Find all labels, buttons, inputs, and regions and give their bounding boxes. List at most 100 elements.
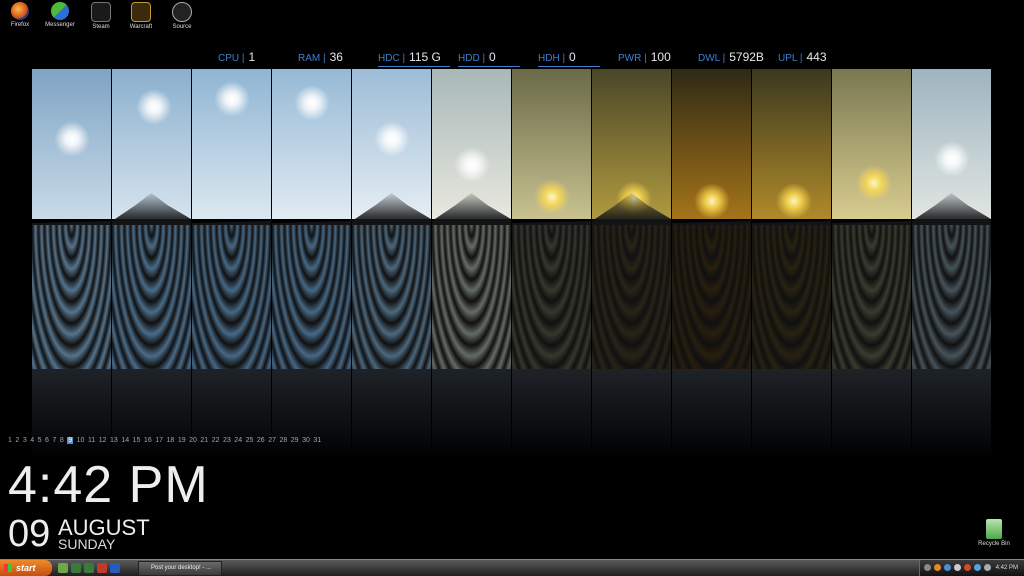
stat-value: 0 [489,50,496,64]
desktop-icon-warcraft[interactable]: Warcraft [123,2,159,30]
wallpaper-panel [752,69,831,459]
wallpaper-panel [832,69,911,459]
desktop-icon-source[interactable]: Source [164,2,200,30]
tray-icon[interactable] [984,564,991,571]
calendar-day: 8 [59,437,64,444]
stat-value: 0 [569,50,576,64]
quick-launch-icon[interactable] [71,563,81,573]
calendar-day: 6 [45,437,49,444]
wallpaper-panel [672,69,751,459]
calendar-day: 27 [268,437,276,444]
quick-launch-icon[interactable] [97,563,107,573]
wallpaper-panel [32,69,111,459]
system-stats-bar: CPU | 1 RAM | 36 HDC | 115 G HDD | 0 HDH | 0 … [0,48,1024,68]
calendar-day: 21 [200,437,209,444]
calendar-day: 3 [22,437,27,444]
stat-key: UPL | [778,53,803,64]
tray-icon[interactable] [964,564,971,571]
tray-icon[interactable] [924,564,931,571]
calendar-day: 26 [256,437,265,444]
calendar-day-strip: 1 2 3 4 5 6 7 8 9 10 11 12 13 14 15 16 17 18 19 20 21 22 23 24 2… [8,437,325,444]
tray-icon[interactable] [954,564,961,571]
calendar-day: 31 [313,437,322,444]
desktop-icon-label: Source [172,24,192,30]
tray-icon[interactable] [974,564,981,571]
stat-hdc: HDC | 115 G [378,48,450,67]
quick-launch-icon[interactable] [84,563,94,573]
stat-upl: UPL | 443 [778,48,828,66]
calendar-day: 23 [223,437,231,444]
quick-launch-icon[interactable] [110,563,120,573]
calendar-day: 24 [234,437,243,444]
desktop-icon-firefox[interactable]: Firefox [2,2,38,28]
calendar-day: 4 [30,437,35,444]
stat-key: HDC | [378,53,406,64]
clock-time: 4:42 PM [8,456,209,514]
wallpaper-panel [912,69,991,459]
calendar-day: 5 [37,437,42,444]
calendar-day: 25 [245,437,254,444]
recycle-bin-label: Recycle Bin [978,541,1010,547]
desktop-icon-label: Steam [92,24,110,30]
stat-pwr: PWR | 100 [618,48,671,66]
calendar-day: 13 [110,437,118,444]
calendar-day: 1 [8,437,12,444]
tray-icon[interactable] [944,564,951,571]
calendar-day: 12 [98,437,107,444]
desktop-icon-label: Warcraft [129,24,153,30]
recycle-bin[interactable]: Recycle Bin [974,519,1014,547]
calendar-day: 11 [87,437,96,444]
desktop-icon-label: Firefox [10,22,30,28]
calendar-day: 9 [67,437,74,444]
calendar-day: 18 [166,437,175,444]
calendar-day: 22 [211,437,220,444]
start-button[interactable]: start [0,560,52,576]
stat-key: HDH | [538,53,566,64]
calendar-day: 28 [279,437,288,444]
stat-dwl: DWL | 5792B [698,48,764,66]
stat-key: CPU | [218,53,245,64]
tray-icon[interactable] [934,564,941,571]
wallpaper-panel [432,69,511,459]
desktop-icon-label: Messenger [45,22,75,28]
stat-hdd: HDD | 0 [458,48,520,67]
stat-value: 5792B [729,50,764,64]
quick-launch-show-desktop-icon[interactable] [58,563,68,573]
stat-key: HDD | [458,53,486,64]
stat-value: 443 [806,50,827,64]
clock-day-number: 09 [8,513,51,555]
stat-cpu: CPU | 1 [218,48,255,66]
wallpaper-panel [512,69,591,459]
taskbar-window-button[interactable]: Post your desktop! - ... [138,561,222,576]
calendar-day: 29 [290,437,299,444]
stat-value: 1 [248,50,256,64]
calendar-day: 30 [302,437,310,444]
calendar-day: 17 [155,437,164,444]
desktop-icon-messenger[interactable]: Messenger [42,2,78,28]
firefox-icon [11,2,29,20]
taskbar: start Post your desktop! - ... 4:42 PM [0,559,1024,576]
source-icon [172,2,192,22]
wallpaper-panel [112,69,191,459]
wallpaper-panels [32,69,992,459]
stat-key: DWL | [698,53,726,64]
stat-ram: RAM | 36 [298,48,343,66]
stat-value: 115 G [409,50,441,64]
tray-clock: 4:42 PM [995,565,1018,571]
system-tray: 4:42 PM [919,560,1024,576]
recycle-bin-icon [986,519,1002,539]
calendar-day: 7 [52,437,57,444]
calendar-day: 15 [132,437,141,444]
warcraft-icon [131,2,151,22]
window-title: Post your desktop! - ... [151,565,212,571]
wallpaper-panel [352,69,431,459]
desktop-icon-steam[interactable]: Steam [83,2,119,30]
calendar-day: 2 [15,437,20,444]
clock-weekday: SUNDAY [58,536,116,552]
stat-value: 100 [650,50,671,64]
stat-key: RAM | [298,53,326,64]
calendar-day: 19 [177,437,186,444]
calendar-day: 14 [121,437,130,444]
wallpaper-panel [192,69,271,459]
wallpaper-panel [272,69,351,459]
